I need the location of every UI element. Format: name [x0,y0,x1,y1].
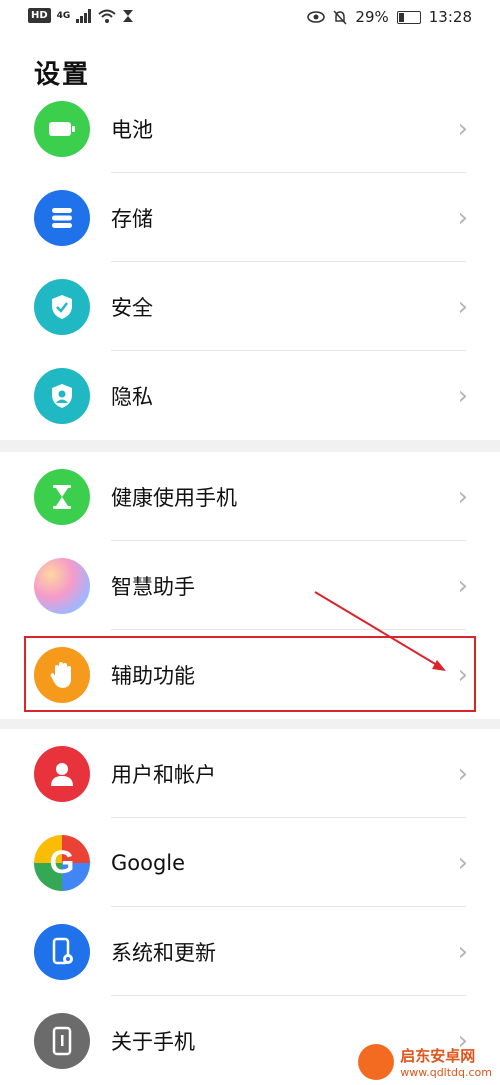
settings-item-system-update[interactable]: 系统和更新 › [0,907,500,996]
settings-item-battery[interactable]: 电池 › [0,84,500,173]
chevron-right-icon: › [457,936,468,967]
battery-status-icon [396,10,421,24]
chevron-right-icon: › [457,570,468,601]
user-icon [34,745,90,802]
settings-item-label: Google [111,850,186,875]
hourglass-status-icon [123,9,134,22]
section-gap [0,719,500,729]
settings-item-label: 系统和更新 [111,940,216,965]
chevron-right-icon: › [457,202,468,233]
settings-item-label: 健康使用手机 [111,485,237,510]
chevron-right-icon: › [457,758,468,789]
section-gap [0,440,500,452]
watermark: 启东安卓网 www.qdltdq.com [358,1044,492,1080]
settings-item-label: 安全 [111,295,153,320]
watermark-title: 启东安卓网 [400,1047,476,1065]
settings-item-storage[interactable]: 存储 › [0,173,500,262]
chevron-right-icon: › [457,481,468,512]
status-bar: HD 4G 29% 13:28 [0,0,500,36]
eye-icon [307,11,326,23]
settings-item-google[interactable]: G Google › [0,818,500,907]
assistant-icon [34,557,90,614]
hourglass-icon [34,468,90,525]
google-icon: G [34,834,90,891]
system-update-icon [34,923,90,980]
shield-icon [34,278,90,335]
signal-icon [76,8,92,23]
storage-icon [34,189,90,246]
watermark-url: www.qdltdq.com [400,1066,492,1079]
mute-bell-icon [333,9,347,25]
chevron-right-icon: › [457,113,468,144]
chevron-right-icon: › [457,291,468,322]
watermark-logo-icon [358,1044,395,1080]
battery-icon [34,100,90,157]
chevron-right-icon: › [457,380,468,411]
settings-item-users-accounts[interactable]: 用户和帐户 › [0,729,500,818]
settings-item-label: 电池 [111,117,153,142]
network-label: 4G [56,10,71,21]
chevron-right-icon: › [457,847,468,878]
phone-info-icon [34,1012,90,1069]
clock: 13:28 [428,8,472,26]
settings-item-privacy[interactable]: 隐私 › [0,351,500,440]
privacy-icon [34,367,90,424]
settings-item-security[interactable]: 安全 › [0,262,500,351]
settings-item-label: 用户和帐户 [111,762,216,787]
settings-item-label: 关于手机 [111,1029,195,1054]
settings-item-label: 存储 [111,206,153,231]
battery-percent: 29% [355,8,389,26]
settings-item-digital-balance[interactable]: 健康使用手机 › [0,452,500,541]
settings-item-label: 隐私 [111,384,153,409]
hd-badge: HD [28,8,51,23]
wifi-icon [98,9,116,23]
settings-item-smart-assistant[interactable]: 智慧助手 › [0,541,500,630]
highlight-box [24,636,476,712]
settings-item-label: 智慧助手 [111,574,195,599]
